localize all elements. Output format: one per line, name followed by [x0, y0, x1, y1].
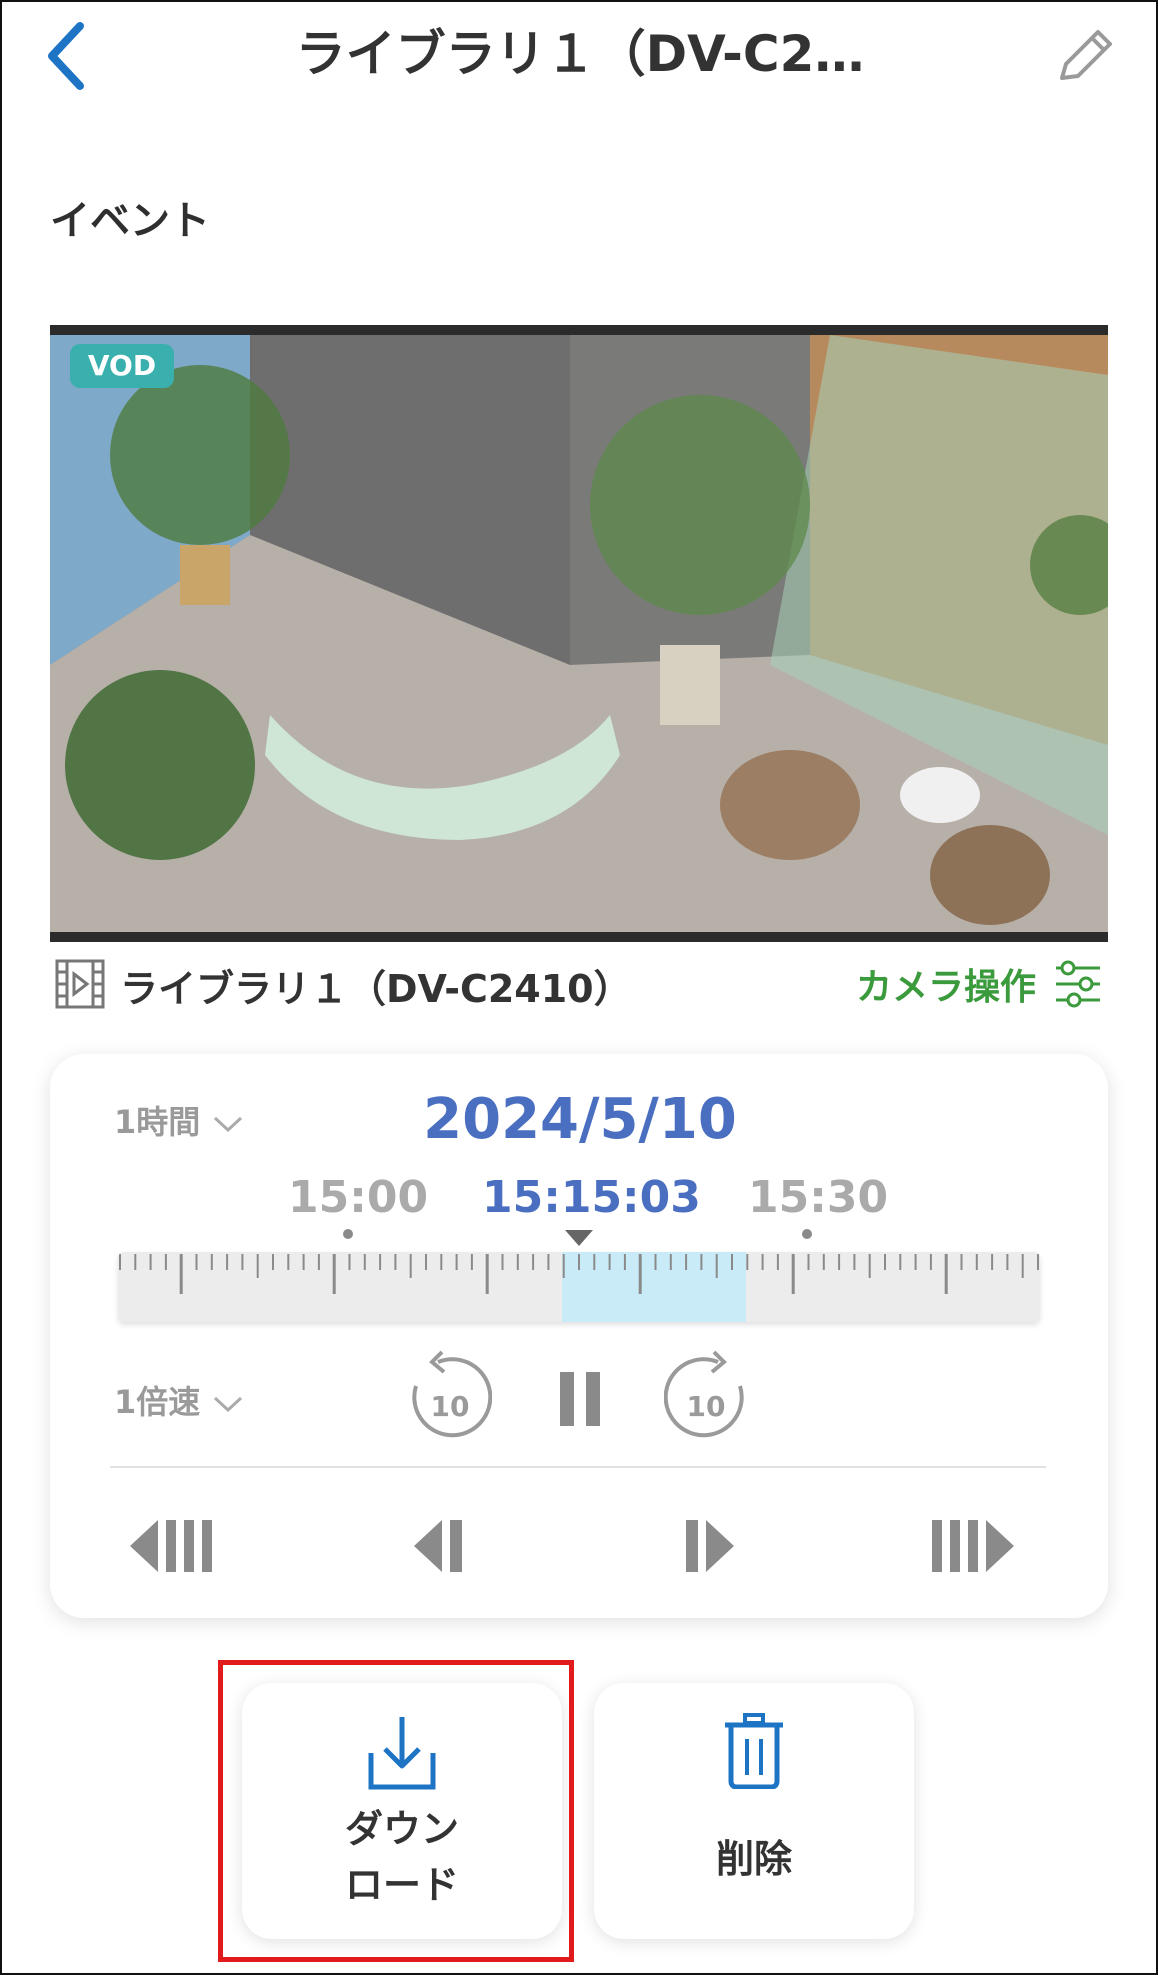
chevron-down-icon [214, 1396, 243, 1413]
pencil-icon [1060, 30, 1112, 80]
step-forward-icon [686, 1520, 734, 1572]
controls-divider [110, 1466, 1046, 1468]
delete-label: 削除 [715, 1837, 792, 1881]
current-time: 15:15:03 [482, 1172, 701, 1223]
chevron-down-icon [214, 1116, 243, 1133]
skip-back-fast-button[interactable] [130, 1518, 226, 1574]
rewind-10-button[interactable]: 10 [406, 1350, 493, 1446]
fast-skip-forward-icon [932, 1520, 1014, 1572]
chevron-left-icon [48, 22, 84, 90]
timeline-tick-label-right: 15:30 [748, 1172, 889, 1223]
timeline-scrubber[interactable] [118, 1252, 1040, 1322]
video-clip-icon [54, 958, 106, 1010]
timeline-ticks [119, 1254, 1039, 1294]
speed-dropdown[interactable]: 1倍速 [114, 1377, 245, 1423]
vod-badge: VOD [70, 344, 174, 388]
time-range-value: 1時間 [114, 1103, 201, 1141]
sliders-icon[interactable] [1054, 958, 1102, 1010]
rewind-10-icon: 10 [412, 1350, 493, 1438]
skip-forward-fast-button[interactable] [930, 1518, 1026, 1574]
rewind-seconds: 10 [431, 1390, 470, 1423]
timeline-marker-dot-right [802, 1229, 812, 1239]
time-range-dropdown[interactable]: 1時間 [114, 1097, 245, 1143]
edit-button[interactable] [1050, 22, 1120, 92]
playback-date: 2024/5/10 [423, 1087, 737, 1152]
trash-icon [725, 1713, 783, 1789]
forward-seconds: 10 [687, 1390, 726, 1423]
timeline-marker-dot-left [343, 1229, 353, 1239]
camera-feed [50, 335, 1108, 932]
video-player[interactable] [50, 325, 1108, 942]
download-highlight-box [218, 1660, 574, 1962]
fast-skip-back-icon [130, 1520, 212, 1572]
timeline-tick-label-left: 15:00 [288, 1172, 429, 1223]
forward-10-button[interactable]: 10 [663, 1350, 750, 1446]
step-back-icon [414, 1520, 462, 1572]
step-forward-button[interactable] [684, 1518, 744, 1574]
page-title: ライブラリ１（DV-C2… [295, 25, 865, 83]
timeline-playhead-icon [565, 1230, 593, 1246]
speed-value: 1倍速 [114, 1383, 201, 1421]
camera-name: ライブラリ１（DV-C2410） [120, 967, 632, 1011]
camera-operate-link[interactable]: カメラ操作 [856, 958, 1036, 1010]
section-label: イベント [50, 198, 210, 244]
pause-button[interactable] [558, 1370, 602, 1428]
forward-10-icon: 10 [663, 1350, 744, 1438]
step-back-button[interactable] [414, 1518, 474, 1574]
pause-icon [560, 1372, 600, 1426]
delete-button[interactable]: 削除 [594, 1683, 914, 1939]
back-button[interactable] [40, 18, 100, 94]
